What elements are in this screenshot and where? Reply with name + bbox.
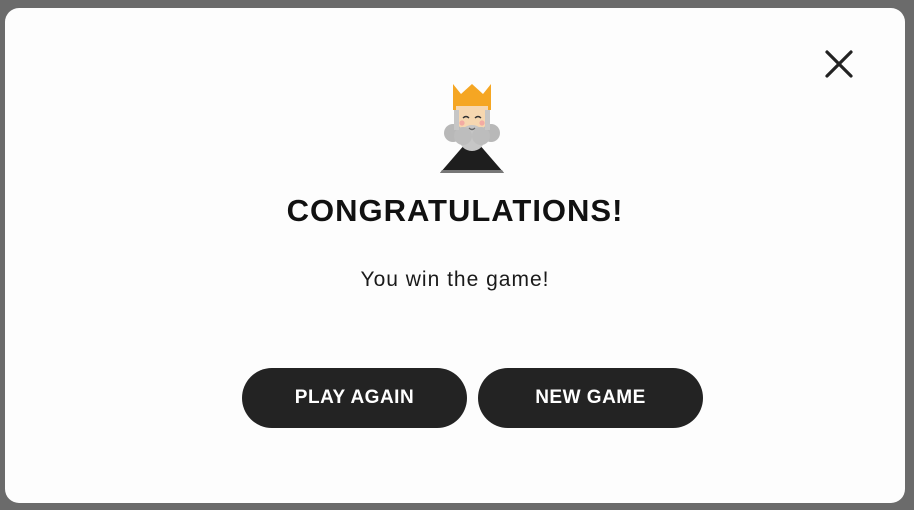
king-icon (436, 84, 508, 174)
play-again-button[interactable]: PLAY AGAIN (242, 368, 467, 428)
close-button[interactable] (820, 45, 858, 83)
new-game-label: NEW GAME (535, 387, 646, 408)
close-icon (825, 50, 853, 78)
new-game-button[interactable]: NEW GAME (478, 368, 703, 428)
win-dialog: CONGRATULATIONS! You win the game! PLAY … (5, 8, 905, 503)
dialog-title: CONGRATULATIONS! (286, 193, 624, 228)
dialog-message: You win the game! (360, 268, 550, 291)
play-again-label: PLAY AGAIN (294, 387, 415, 408)
